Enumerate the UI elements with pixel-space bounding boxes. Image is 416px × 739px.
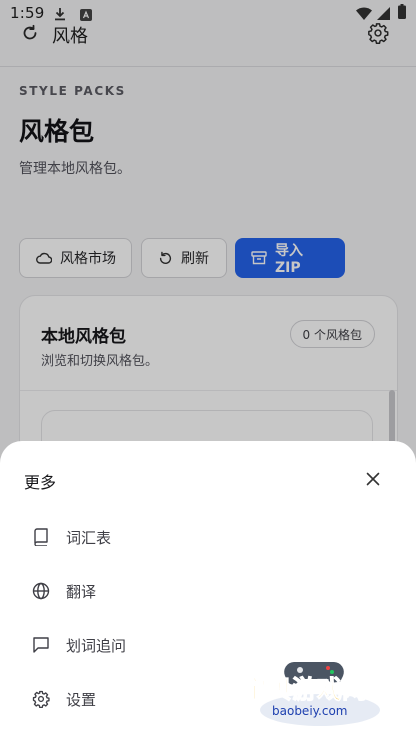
menu-item-label: 设置 — [66, 690, 97, 709]
menu-item-label: 词汇表 — [66, 528, 112, 547]
close-button[interactable] — [362, 468, 384, 490]
menu-item-translate[interactable]: 翻译 — [18, 569, 398, 613]
sheet-title: 更多 — [24, 473, 57, 492]
gear-icon — [31, 689, 51, 709]
menu-item-label: 翻译 — [66, 582, 97, 601]
svg-text:baobeiy.com: baobeiy.com — [272, 704, 347, 718]
close-icon — [366, 472, 380, 486]
svg-text:宝贝游戏网: 宝贝游戏网 — [242, 675, 367, 704]
menu-item-glossary[interactable]: 词汇表 — [18, 515, 398, 559]
book-icon — [31, 527, 51, 547]
globe-icon — [31, 581, 51, 601]
chat-bubble-icon — [31, 635, 51, 655]
site-watermark: 宝贝游戏网 baobeiy.com — [236, 650, 392, 730]
menu-item-label: 划词追问 — [66, 636, 127, 655]
